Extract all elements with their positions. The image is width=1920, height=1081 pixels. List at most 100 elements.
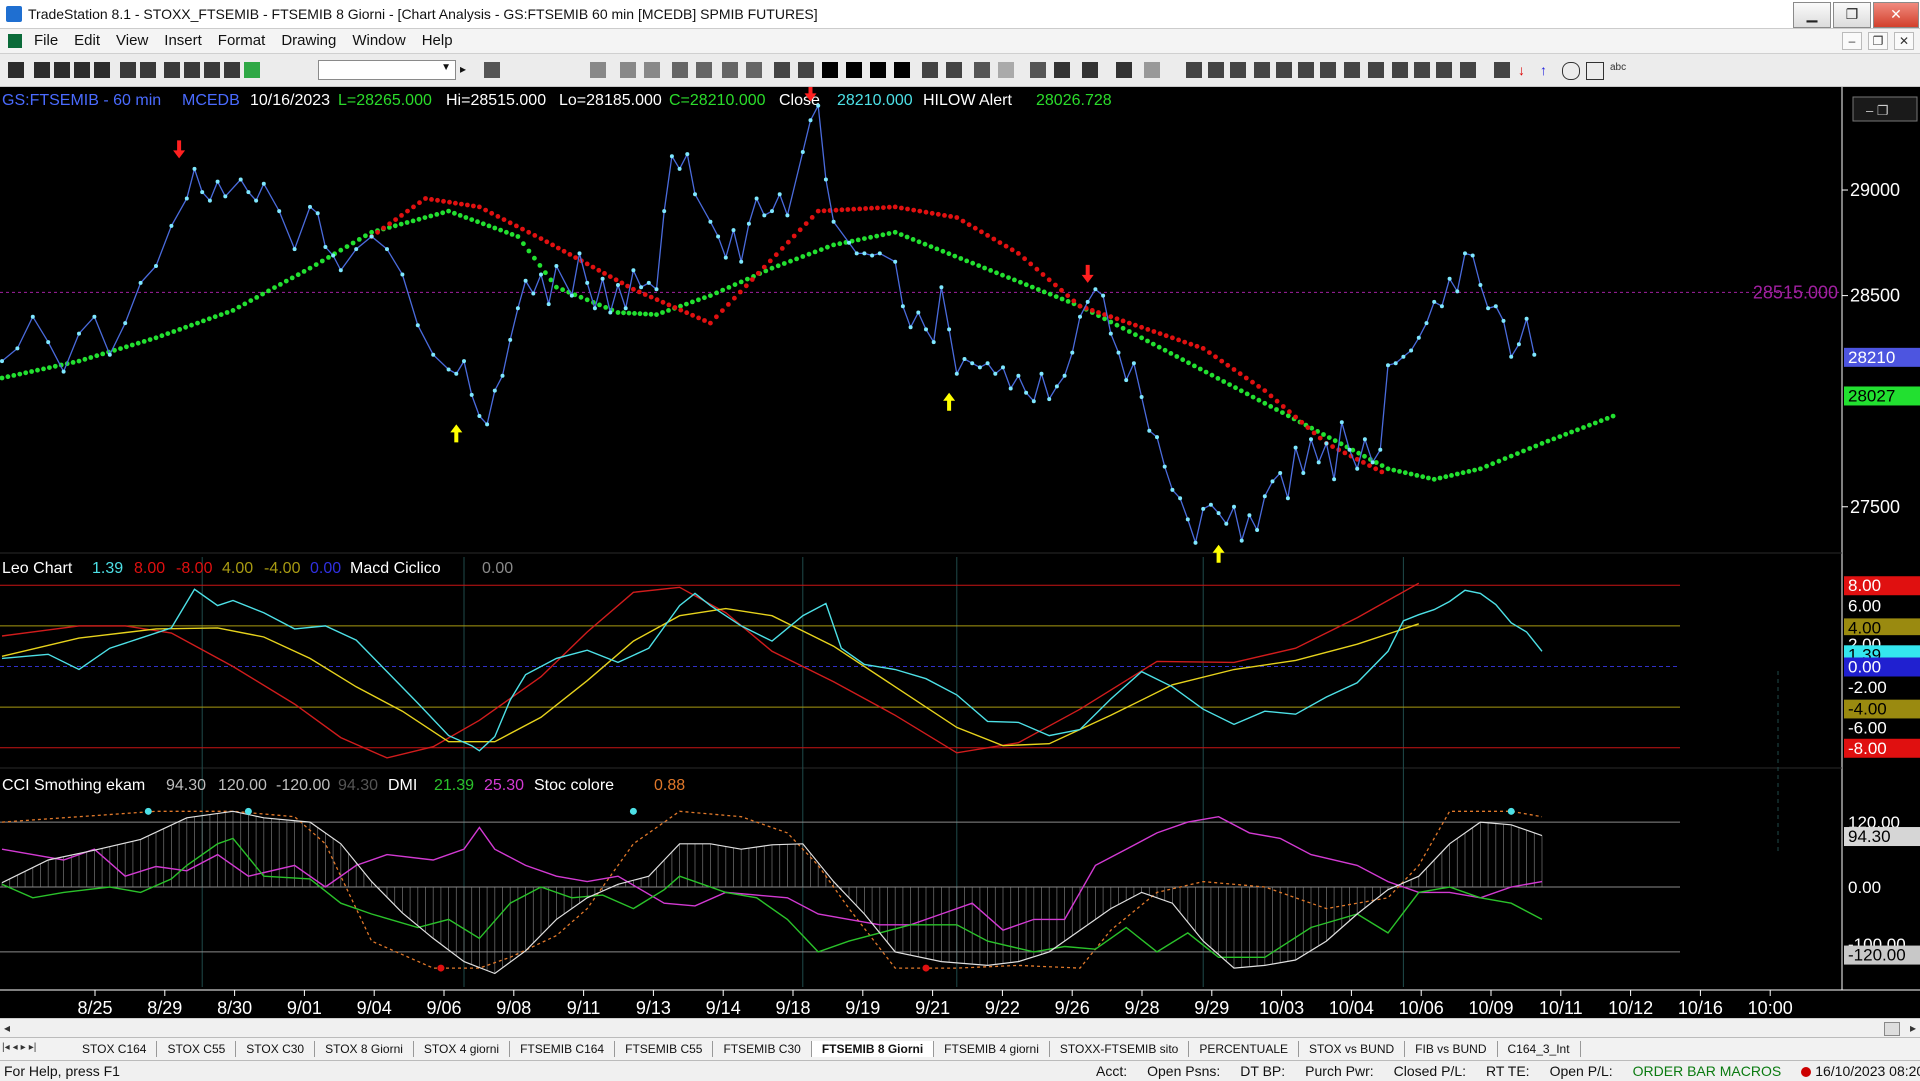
menu-drawing[interactable]: Drawing (281, 32, 336, 49)
vertical-lines-icon[interactable] (1208, 62, 1224, 78)
mdi-restore-button[interactable]: ❐ (1868, 32, 1888, 50)
andrews-pitchfork-icon[interactable] (1368, 62, 1384, 78)
text-tool-icon[interactable]: abc (1610, 62, 1626, 78)
tab-0[interactable]: STOX C164 (72, 1041, 158, 1057)
menu-window[interactable]: Window (352, 32, 405, 49)
tab-3[interactable]: STOX 8 Giorni (315, 1041, 414, 1057)
horizontal-lines-icon[interactable] (1230, 62, 1246, 78)
freehand-icon[interactable] (1494, 62, 1510, 78)
mdi-minimize-button[interactable]: ‒ (1842, 32, 1862, 50)
hilow-down-dot-12-6 (1237, 371, 1243, 377)
menu-insert[interactable]: Insert (164, 32, 202, 49)
tools-icon[interactable] (1082, 62, 1098, 78)
properties-icon[interactable] (1116, 62, 1132, 78)
save-icon[interactable] (74, 62, 90, 78)
cci-axis-label-4: -120.00 (1848, 946, 1906, 965)
tab-12[interactable]: STOX vs BUND (1299, 1041, 1406, 1057)
paste-icon[interactable] (224, 62, 240, 78)
pointer-icon[interactable] (1030, 62, 1046, 78)
zoom-in-icon[interactable] (974, 62, 990, 78)
regression-icon[interactable] (1392, 62, 1408, 78)
rectangle-icon[interactable] (1586, 62, 1604, 80)
tab-9[interactable]: FTSEMIB 4 giorni (934, 1041, 1050, 1057)
tab-11[interactable]: PERCENTUALE (1189, 1041, 1300, 1057)
menu-file[interactable]: File (34, 32, 58, 49)
chart-document-icon[interactable] (8, 34, 22, 48)
menu-edit[interactable]: Edit (74, 32, 100, 49)
scroll-left-icon[interactable]: ◂ (4, 1021, 10, 1035)
save-all-icon[interactable] (94, 62, 110, 78)
chart-style-icon[interactable] (590, 62, 606, 78)
scroll-thumb[interactable] (1884, 1022, 1900, 1036)
hilow-down-dot-4-0 (631, 286, 636, 292)
price-point-103 (1008, 386, 1013, 391)
format-icon[interactable] (722, 62, 738, 78)
cut-icon[interactable] (164, 62, 180, 78)
line-chart-icon[interactable] (672, 62, 688, 78)
tab-8[interactable]: FTSEMIB 8 Giorni (811, 1041, 935, 1057)
fibonacci-icon[interactable] (1254, 62, 1270, 78)
last-tab-icon[interactable]: ▸| (29, 1042, 37, 1053)
chart-analysis-window[interactable]: ‒ ❐ GS:FTSEMIB - 60 min MCEDB 10/16/2023 L=2… (0, 87, 1920, 1023)
arrow-down-tool-icon[interactable]: ↓ (1518, 62, 1534, 78)
volume-icon[interactable] (894, 62, 910, 78)
prev-tab-icon[interactable]: ◂ (13, 1042, 18, 1053)
menu-view[interactable]: View (116, 32, 148, 49)
strategy-icon[interactable] (774, 62, 790, 78)
tab-5[interactable]: FTSEMIB C164 (510, 1041, 616, 1057)
mdi-close-button[interactable]: ✕ (1894, 32, 1914, 50)
bar-chart-icon[interactable] (822, 62, 838, 78)
table-icon[interactable] (644, 62, 660, 78)
menu-format[interactable]: Format (218, 32, 266, 49)
trendline-icon[interactable] (1186, 62, 1202, 78)
ellipse-icon[interactable] (1562, 62, 1580, 80)
search-icon[interactable] (484, 62, 500, 78)
scroll-right-icon[interactable]: ▸ (1910, 1021, 1916, 1035)
clear-icon[interactable] (1144, 62, 1160, 78)
horizontal-scrollbar[interactable]: ◂ ▸ (0, 1018, 1920, 1037)
open-icon[interactable] (34, 62, 50, 78)
cross-hair-icon[interactable] (1054, 62, 1070, 78)
copy-icon[interactable] (184, 62, 200, 78)
symbol-combo[interactable] (318, 60, 456, 80)
status-macros[interactable]: ORDER BAR MACROS (1633, 1063, 1782, 1079)
tab-13[interactable]: FIB vs BUND (1405, 1041, 1498, 1057)
point-figure-icon[interactable] (870, 62, 886, 78)
print-icon[interactable] (120, 62, 136, 78)
menu-help[interactable]: Help (422, 32, 453, 49)
close-button[interactable]: ✕ (1873, 2, 1919, 28)
zoom-out-icon[interactable] (998, 62, 1014, 78)
print-preview-icon[interactable] (140, 62, 156, 78)
gann-icon[interactable] (1320, 62, 1336, 78)
workspace-color-icon[interactable] (244, 62, 260, 78)
speed-lines-icon[interactable] (1344, 62, 1360, 78)
tab-1[interactable]: STOX C55 (157, 1041, 237, 1057)
maximize-button[interactable]: ❐ (1833, 2, 1871, 28)
pencil-icon[interactable] (1460, 62, 1476, 78)
insert-indicator-icon[interactable] (746, 62, 762, 78)
cycle-lines-icon[interactable] (1436, 62, 1452, 78)
channel-icon[interactable] (1298, 62, 1314, 78)
refresh-icon[interactable] (696, 62, 712, 78)
minimize-button[interactable]: ▁ (1793, 2, 1831, 28)
data-window-icon[interactable] (620, 62, 636, 78)
lock-icon[interactable] (204, 62, 220, 78)
arrow-tool-icon[interactable] (1414, 62, 1430, 78)
analysis-icon[interactable] (798, 62, 814, 78)
arrow-up-tool-icon[interactable]: ↑ (1540, 62, 1556, 78)
tab-14[interactable]: C164_3_Int (1498, 1041, 1581, 1057)
tab-2[interactable]: STOX C30 (236, 1041, 316, 1057)
arc-icon[interactable] (1276, 62, 1292, 78)
tab-10[interactable]: STOXX-FTSEMIB sito (1050, 1041, 1190, 1057)
bar-spacing-icon[interactable] (922, 62, 938, 78)
open-workspace-icon[interactable] (54, 62, 70, 78)
compress-icon[interactable] (946, 62, 962, 78)
new-icon[interactable] (8, 62, 24, 78)
tab-4[interactable]: STOX 4 giorni (414, 1041, 511, 1057)
tab-7[interactable]: FTSEMIB C30 (713, 1041, 812, 1057)
next-tab-icon[interactable]: ▸ (21, 1042, 26, 1053)
arrow-right-icon[interactable]: ▸ (460, 62, 476, 78)
tab-6[interactable]: FTSEMIB C55 (615, 1041, 714, 1057)
candlestick-icon[interactable] (846, 62, 862, 78)
first-tab-icon[interactable]: |◂ (2, 1042, 10, 1053)
